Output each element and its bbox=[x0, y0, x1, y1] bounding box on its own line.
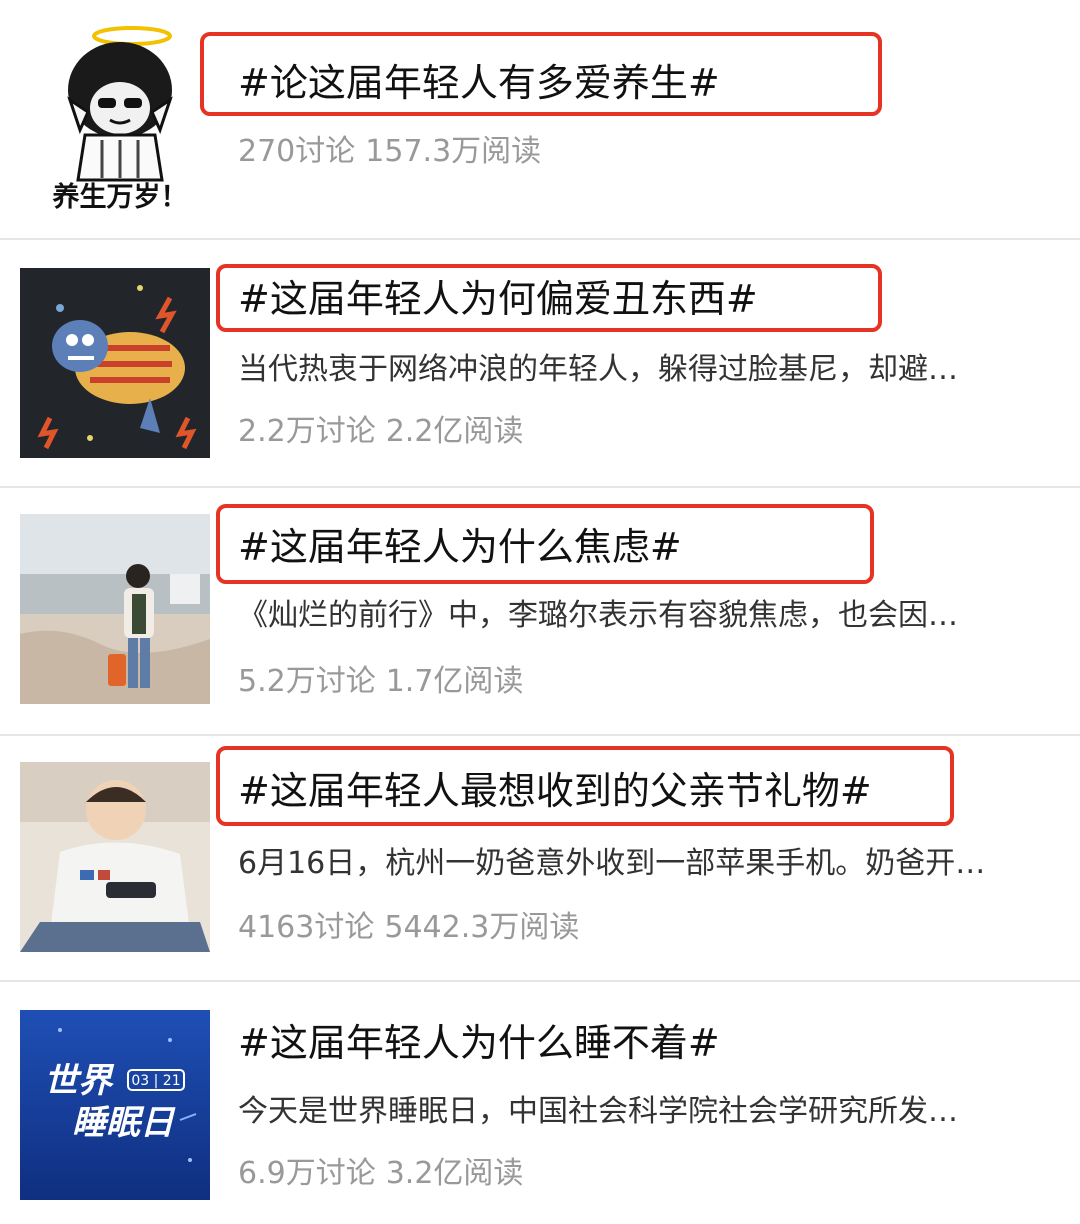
thumbnail-illustration bbox=[20, 268, 210, 458]
discussion-count: 4163讨论 bbox=[238, 910, 375, 945]
thumbnail-meme: 养生万岁！ bbox=[40, 20, 200, 220]
topic-stats: 4163讨论 5442.3万阅读 bbox=[238, 908, 579, 948]
discussion-count: 5.2万讨论 bbox=[238, 664, 376, 699]
topic-title[interactable]: #这届年轻人为什么焦虑# bbox=[238, 522, 682, 572]
read-count: 5442.3万阅读 bbox=[384, 910, 580, 945]
topic-item-1[interactable]: 养生万岁！ #论这届年轻人有多爱养生# 270讨论 157.3万阅读 bbox=[0, 0, 1080, 238]
topic-stats: 5.2万讨论 1.7亿阅读 bbox=[238, 662, 523, 702]
topic-description: 《灿烂的前行》中，李璐尔表示有容貌焦虑，也会因… bbox=[238, 598, 958, 633]
discussion-count: 2.2万讨论 bbox=[238, 414, 376, 449]
discussion-count: 270讨论 bbox=[238, 134, 356, 169]
thumb-caption: 养生万岁！ bbox=[53, 181, 188, 213]
thumb-caption-line2: 睡眠日 bbox=[72, 1103, 176, 1143]
topic-stats: 270讨论 157.3万阅读 bbox=[238, 132, 541, 172]
topic-title[interactable]: #这届年轻人最想收到的父亲节礼物# bbox=[238, 766, 872, 816]
read-count: 157.3万阅读 bbox=[365, 134, 542, 169]
read-count: 2.2亿阅读 bbox=[385, 414, 524, 449]
read-count: 3.2亿阅读 bbox=[385, 1156, 524, 1191]
thumb-date: 03 | 21 bbox=[131, 1073, 180, 1089]
topic-description: 当代热衷于网络冲浪的年轻人，躲得过脸基尼，却避… bbox=[238, 352, 958, 387]
topic-item-5[interactable]: 世界 03 | 21 睡眠日 #这届年轻人为什么睡不着# 今天是世界睡眠日，中国… bbox=[0, 982, 1080, 1224]
topic-item-2[interactable]: #这届年轻人为何偏爱丑东西# 当代热衷于网络冲浪的年轻人，躲得过脸基尼，却避… … bbox=[0, 240, 1080, 486]
topic-title[interactable]: #论这届年轻人有多爱养生# bbox=[238, 58, 720, 108]
topic-item-4[interactable]: #这届年轻人最想收到的父亲节礼物# 6月16日，杭州一奶爸意外收到一部苹果手机。… bbox=[0, 736, 1080, 982]
thumbnail-photo bbox=[20, 762, 210, 952]
topic-stats: 2.2万讨论 2.2亿阅读 bbox=[238, 412, 523, 452]
thumb-caption-line1: 世界 bbox=[44, 1061, 115, 1101]
read-count: 1.7亿阅读 bbox=[385, 664, 524, 699]
topic-item-3[interactable]: #这届年轻人为什么焦虑# 《灿烂的前行》中，李璐尔表示有容貌焦虑，也会因… 5.… bbox=[0, 488, 1080, 734]
discussion-count: 6.9万讨论 bbox=[238, 1156, 376, 1191]
topic-title[interactable]: #这届年轻人为何偏爱丑东西# bbox=[238, 274, 758, 324]
thumbnail-sleep-day: 世界 03 | 21 睡眠日 bbox=[20, 1010, 210, 1200]
topic-stats: 6.9万讨论 3.2亿阅读 bbox=[238, 1154, 523, 1194]
topic-title[interactable]: #这届年轻人为什么睡不着# bbox=[238, 1018, 720, 1068]
topic-description: 6月16日，杭州一奶爸意外收到一部苹果手机。奶爸开… bbox=[238, 846, 986, 881]
thumbnail-photo bbox=[20, 514, 210, 704]
topic-description: 今天是世界睡眠日，中国社会科学院社会学研究所发… bbox=[238, 1094, 958, 1129]
